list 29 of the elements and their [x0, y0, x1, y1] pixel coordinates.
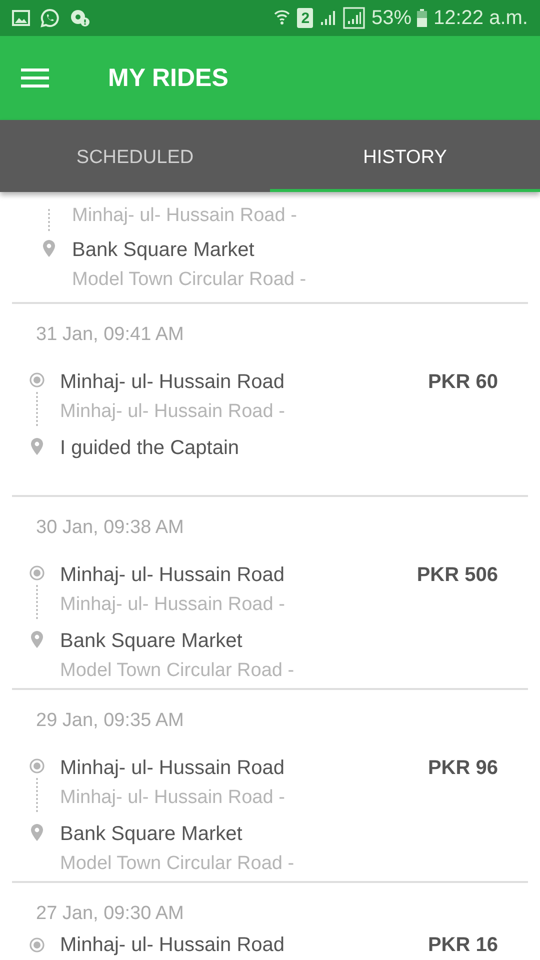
- tab[interactable]: SCHEDULED: [0, 120, 270, 192]
- pickup-address: Minhaj- ul- Hussain Road -: [60, 593, 286, 617]
- pickup-address: Minhaj- ul- Hussain Road -: [72, 204, 298, 228]
- screen-title: MY RIDES: [108, 64, 228, 92]
- ride-date: 31 Jan, 09:41 AM: [36, 324, 185, 346]
- ride-date: 27 Jan, 09:30 AM: [36, 903, 185, 925]
- battery-percentage: 53%: [371, 6, 412, 30]
- pickup-address: Minhaj- ul- Hussain Road -: [60, 786, 286, 810]
- pickup-name: Minhaj- ul- Hussain Road: [60, 933, 285, 957]
- ride-fare: PKR 96: [428, 757, 498, 780]
- pickup-address: Minhaj- ul- Hussain Road -: [60, 400, 286, 424]
- dropoff-address: Model Town Circular Road -: [72, 268, 308, 292]
- clock-time: 12:22 a.m.: [433, 6, 528, 30]
- tab[interactable]: HISTORY: [270, 120, 540, 192]
- ride-fare: PKR 506: [416, 564, 498, 587]
- pickup-name: Minhaj- ul- Hussain Road: [60, 370, 285, 395]
- pickup-name: Minhaj- ul- Hussain Road: [60, 756, 285, 781]
- dropoff-address: Model Town Circular Road -: [60, 659, 296, 683]
- dropoff-name: Bank Square Market: [72, 238, 254, 263]
- ride-fare: PKR 60: [428, 371, 498, 394]
- dropoff-name: Bank Square Market: [60, 629, 242, 654]
- ride-date: 29 Jan, 09:35 AM: [36, 710, 185, 732]
- sim-icon: 2: [297, 8, 314, 28]
- dropoff-name: I guided the Captain: [60, 436, 240, 461]
- ride-fare: PKR 16: [428, 933, 498, 957]
- dropoff-address: Model Town Circular Road -: [60, 852, 296, 876]
- pickup-name: Minhaj- ul- Hussain Road: [60, 563, 285, 588]
- dropoff-name: Bank Square Market: [60, 822, 242, 847]
- ride-date: 30 Jan, 09:38 AM: [36, 517, 185, 539]
